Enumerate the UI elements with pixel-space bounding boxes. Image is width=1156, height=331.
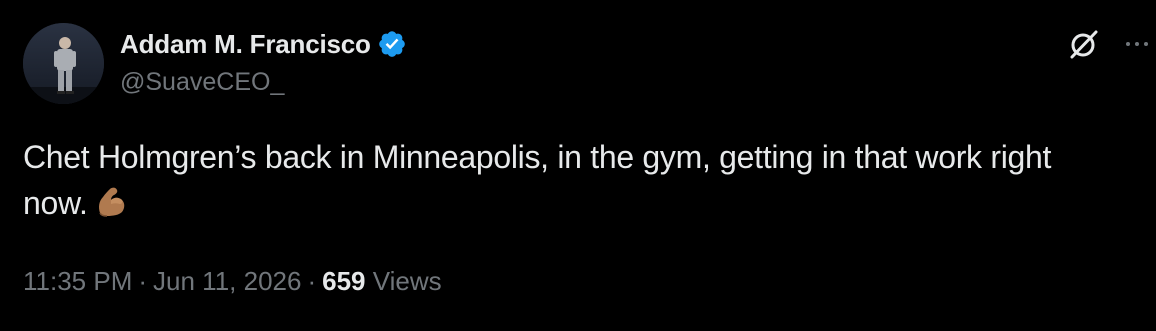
author-avatar[interactable]: [23, 23, 104, 104]
author-handle[interactable]: @SuaveCEO_: [120, 68, 407, 97]
tweet-time[interactable]: 11:35 PM: [23, 266, 132, 296]
views-label: Views: [372, 266, 442, 296]
avatar-image: [23, 23, 104, 104]
tweet-date[interactable]: Jun 11, 2026: [153, 266, 301, 296]
author-display-name[interactable]: Addam M. Francisco: [120, 29, 371, 60]
grok-icon[interactable]: [1066, 26, 1102, 62]
author-name-row: Addam M. Francisco: [120, 26, 407, 62]
tweet: Addam M. Francisco @SuaveCEO_ Chet Holmg…: [0, 0, 1156, 331]
verified-badge-icon[interactable]: [377, 29, 407, 59]
meta-separator: ·: [307, 266, 317, 296]
tweet-meta: 11:35 PM · Jun 11, 2026 · 659 Views: [23, 266, 442, 297]
tweet-text: Chet Holmgren’s back in Minneapolis, in …: [23, 134, 1123, 226]
tweet-body: Chet Holmgren’s back in Minneapolis, in …: [23, 139, 1052, 221]
author-info: Addam M. Francisco @SuaveCEO_: [120, 26, 407, 97]
views-count: 659: [322, 266, 366, 296]
more-options-icon[interactable]: [1122, 32, 1152, 56]
flexed-biceps-emoji-icon: [92, 183, 130, 221]
meta-separator: ·: [138, 266, 148, 296]
